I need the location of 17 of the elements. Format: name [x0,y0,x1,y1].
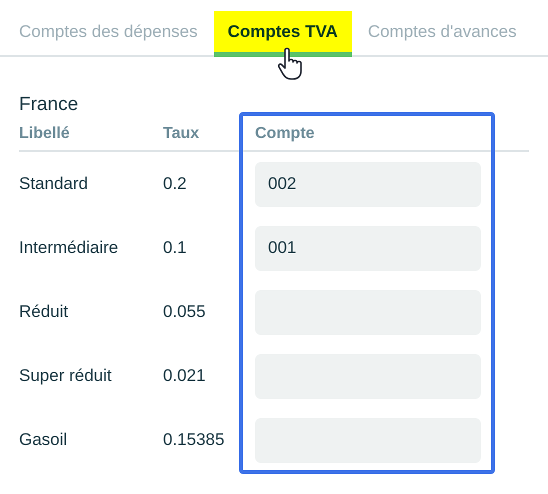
rate-cell-text: 0.1 [163,237,188,260]
rate-cell-text: 0.055 [163,301,207,324]
column-header: Compte [255,124,316,144]
row-label: Standard [19,173,89,196]
rate-cell-text: 0.2 [163,173,188,196]
row-label: Intermédiaire [19,237,120,260]
section-title: France [19,93,80,117]
row-label: Gasoil [19,429,68,452]
account-field[interactable]: 001 [255,226,481,270]
tab[interactable]: Comptes TVA [214,11,352,57]
column-header: Libellé [19,124,71,144]
rate-cell-text: 0.15385 [163,429,226,452]
column-header: Taux [163,124,200,144]
row-label: Super réduit [19,365,113,388]
rate-cell-text: 0.021 [163,365,207,388]
account-field[interactable]: 002 [255,162,481,206]
row-label: Réduit [19,301,70,324]
